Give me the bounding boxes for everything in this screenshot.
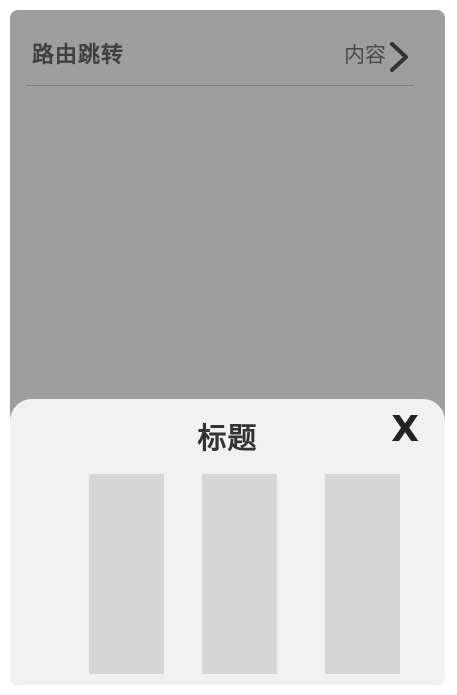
close-button[interactable]: X [391,412,419,448]
sheet-title: 标题 [197,421,258,455]
picker-column-3[interactable] [325,474,400,674]
route-jump-row[interactable]: 路由跳转 内容 [26,10,414,86]
picker-column-2[interactable] [202,474,277,674]
bottom-sheet: 标题 X [10,399,445,685]
chevron-right-icon [390,42,408,72]
screen-overlay: 路由跳转 内容 标题 X [10,10,445,685]
picker-column-1[interactable] [89,474,164,674]
route-jump-value: 内容 [344,43,386,67]
route-jump-label: 路由跳转 [32,43,125,68]
